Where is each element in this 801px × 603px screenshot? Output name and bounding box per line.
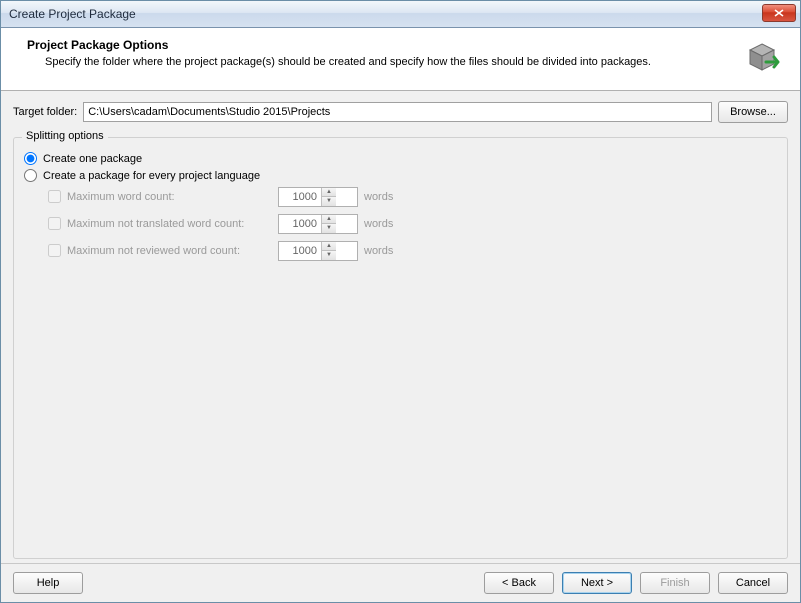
next-button[interactable]: Next > <box>562 572 632 594</box>
check-max-notrev <box>48 244 61 257</box>
dialog-window: Create Project Package Project Package O… <box>0 0 801 603</box>
unit-max-nottrans: words <box>364 218 418 230</box>
help-button[interactable]: Help <box>13 572 83 594</box>
check-max-word <box>48 190 61 203</box>
header-text-block: Project Package Options Specify the fold… <box>15 38 744 68</box>
radio-create-one[interactable] <box>24 152 37 165</box>
target-folder-row: Target folder: Browse... <box>13 101 788 123</box>
check-max-word-label: Maximum word count: <box>67 191 175 203</box>
check-max-nottrans-label: Maximum not translated word count: <box>67 218 244 230</box>
footer-right: < Back Next > Finish Cancel <box>484 572 788 594</box>
content-area: Target folder: Browse... Splitting optio… <box>1 91 800 563</box>
chevron-up-icon: ▲ <box>322 242 336 252</box>
check-max-nottrans-row: Maximum not translated word count: <box>48 217 278 230</box>
target-folder-label: Target folder: <box>13 106 77 118</box>
radio-create-per-lang[interactable] <box>24 169 37 182</box>
radio-create-one-row[interactable]: Create one package <box>24 152 777 165</box>
splitting-groupbox: Splitting options Create one package Cre… <box>13 137 788 559</box>
check-max-notrev-row: Maximum not reviewed word count: <box>48 244 278 257</box>
spinner-max-nottrans-input <box>279 215 321 233</box>
check-max-nottrans <box>48 217 61 230</box>
close-button[interactable] <box>762 4 796 22</box>
radio-create-one-label: Create one package <box>43 153 142 165</box>
window-title: Create Project Package <box>9 7 136 21</box>
browse-button[interactable]: Browse... <box>718 101 788 123</box>
spinner-max-word-input <box>279 188 321 206</box>
radio-create-per-lang-row[interactable]: Create a package for every project langu… <box>24 169 777 182</box>
titlebar: Create Project Package <box>1 1 800 28</box>
chevron-down-icon: ▼ <box>322 224 336 233</box>
chevron-up-icon: ▲ <box>322 188 336 198</box>
radio-create-per-lang-label: Create a package for every project langu… <box>43 170 260 182</box>
spinner-max-word: ▲ ▼ <box>278 187 358 207</box>
spinner-max-notrev: ▲ ▼ <box>278 241 358 261</box>
check-max-notrev-label: Maximum not reviewed word count: <box>67 245 240 257</box>
spinner-max-nottrans-buttons: ▲ ▼ <box>321 215 336 233</box>
footer-left: Help <box>13 572 83 594</box>
package-icon <box>744 40 780 76</box>
footer: Help < Back Next > Finish Cancel <box>1 563 800 602</box>
spinner-max-notrev-input <box>279 242 321 260</box>
chevron-down-icon: ▼ <box>322 197 336 206</box>
target-folder-input[interactable] <box>83 102 712 122</box>
splitting-legend: Splitting options <box>22 130 108 142</box>
finish-button: Finish <box>640 572 710 594</box>
header-panel: Project Package Options Specify the fold… <box>1 28 800 91</box>
spinner-max-nottrans: ▲ ▼ <box>278 214 358 234</box>
close-icon <box>774 9 784 17</box>
spinner-max-notrev-buttons: ▲ ▼ <box>321 242 336 260</box>
page-description: Specify the folder where the project pac… <box>45 56 744 68</box>
cancel-button[interactable]: Cancel <box>718 572 788 594</box>
unit-max-word: words <box>364 191 418 203</box>
unit-max-notrev: words <box>364 245 418 257</box>
chevron-up-icon: ▲ <box>322 215 336 225</box>
check-max-word-row: Maximum word count: <box>48 190 278 203</box>
spinner-max-word-buttons: ▲ ▼ <box>321 188 336 206</box>
page-title: Project Package Options <box>27 38 744 52</box>
back-button[interactable]: < Back <box>484 572 554 594</box>
split-options-grid: Maximum word count: ▲ ▼ words Maximum no… <box>48 186 777 261</box>
chevron-down-icon: ▼ <box>322 251 336 260</box>
